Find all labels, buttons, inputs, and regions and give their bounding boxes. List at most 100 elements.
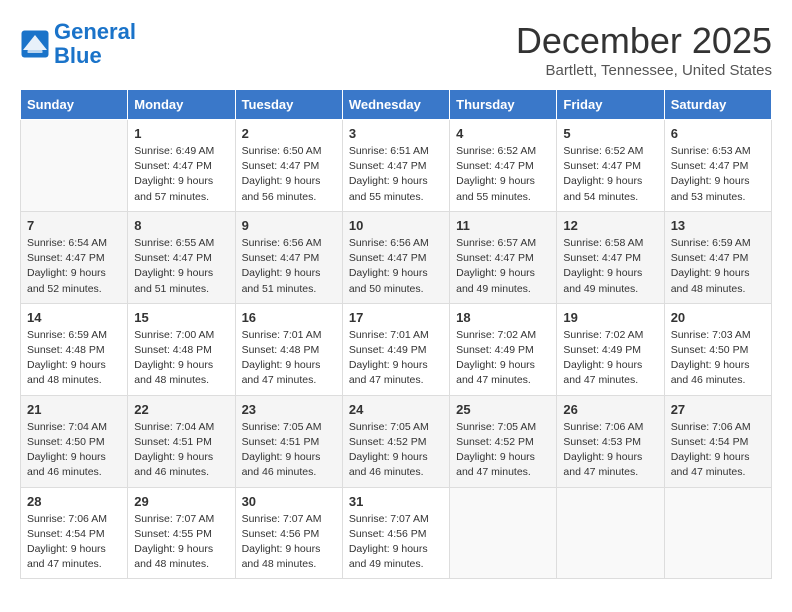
day-info: Sunrise: 7:03 AM Sunset: 4:50 PM Dayligh… [671, 328, 765, 389]
day-info: Sunrise: 6:53 AM Sunset: 4:47 PM Dayligh… [671, 144, 765, 205]
logo: General Blue [20, 20, 136, 68]
location-subtitle: Bartlett, Tennessee, United States [516, 62, 772, 79]
day-number: 9 [242, 218, 336, 233]
day-info: Sunrise: 6:56 AM Sunset: 4:47 PM Dayligh… [242, 236, 336, 297]
weekday-header-monday: Monday [128, 90, 235, 120]
calendar-cell: 14Sunrise: 6:59 AM Sunset: 4:48 PM Dayli… [21, 303, 128, 395]
day-info: Sunrise: 7:07 AM Sunset: 4:56 PM Dayligh… [349, 512, 443, 573]
day-number: 4 [456, 126, 550, 141]
calendar-cell: 17 Sunrise: 7:01 AM Sunset: 4:49 PM Dayli… [342, 303, 449, 395]
weekday-header-friday: Friday [557, 90, 664, 120]
day-number: 23 [242, 402, 336, 417]
calendar-cell: 26 Sunrise: 7:06 AM Sunset: 4:53 PM Dayli… [557, 395, 664, 487]
day-number: 13 [671, 218, 765, 233]
day-number: 12 [563, 218, 657, 233]
day-number: 30 [242, 494, 336, 509]
calendar-cell: 27Sunrise: 7:06 AM Sunset: 4:54 PM Dayli… [664, 395, 771, 487]
calendar-cell: 29 Sunrise: 7:07 AM Sunset: 4:55 PM Dayli… [128, 487, 235, 579]
day-info: Sunrise: 7:06 AM Sunset: 4:54 PM Dayligh… [27, 512, 121, 573]
day-info: Sunrise: 7:02 AM Sunset: 4:49 PM Dayligh… [456, 328, 550, 389]
weekday-header-wednesday: Wednesday [342, 90, 449, 120]
day-info: Sunrise: 6:52 AM Sunset: 4:47 PM Dayligh… [456, 144, 550, 205]
calendar-cell: 25Sunrise: 7:05 AM Sunset: 4:52 PM Dayli… [450, 395, 557, 487]
month-title: December 2025 [516, 20, 772, 62]
calendar-cell: 6 Sunrise: 6:53 AM Sunset: 4:47 PM Daylig… [664, 120, 771, 212]
calendar-cell: 20 Sunrise: 7:03 AM Sunset: 4:50 PM Dayli… [664, 303, 771, 395]
calendar-cell: 3Sunrise: 6:51 AM Sunset: 4:47 PM Daylig… [342, 120, 449, 212]
day-info: Sunrise: 7:04 AM Sunset: 4:50 PM Dayligh… [27, 420, 121, 481]
day-info: Sunrise: 7:01 AM Sunset: 4:49 PM Dayligh… [349, 328, 443, 389]
calendar-cell: 30 Sunrise: 7:07 AM Sunset: 4:56 PM Dayli… [235, 487, 342, 579]
day-info: Sunrise: 7:07 AM Sunset: 4:56 PM Dayligh… [242, 512, 336, 573]
weekday-header-tuesday: Tuesday [235, 90, 342, 120]
day-number: 11 [456, 218, 550, 233]
calendar-cell: 4 Sunrise: 6:52 AM Sunset: 4:47 PM Daylig… [450, 120, 557, 212]
calendar-week-row: 14Sunrise: 6:59 AM Sunset: 4:48 PM Dayli… [21, 303, 772, 395]
weekday-header-sunday: Sunday [21, 90, 128, 120]
day-info: Sunrise: 7:06 AM Sunset: 4:53 PM Dayligh… [563, 420, 657, 481]
logo-line1: General [54, 19, 136, 44]
calendar-cell [664, 487, 771, 579]
day-number: 20 [671, 310, 765, 325]
calendar-week-row: 7 Sunrise: 6:54 AM Sunset: 4:47 PM Daylig… [21, 211, 772, 303]
calendar-cell: 22 Sunrise: 7:04 AM Sunset: 4:51 PM Dayli… [128, 395, 235, 487]
calendar-cell: 9 Sunrise: 6:56 AM Sunset: 4:47 PM Daylig… [235, 211, 342, 303]
day-number: 29 [134, 494, 228, 509]
calendar-cell [557, 487, 664, 579]
logo-text: General Blue [54, 20, 136, 68]
calendar-cell [450, 487, 557, 579]
day-number: 10 [349, 218, 443, 233]
day-number: 31 [349, 494, 443, 509]
day-info: Sunrise: 6:49 AM Sunset: 4:47 PM Dayligh… [134, 144, 228, 205]
day-info: Sunrise: 6:57 AM Sunset: 4:47 PM Dayligh… [456, 236, 550, 297]
calendar-cell: 21 Sunrise: 7:04 AM Sunset: 4:50 PM Dayli… [21, 395, 128, 487]
day-info: Sunrise: 7:02 AM Sunset: 4:49 PM Dayligh… [563, 328, 657, 389]
day-number: 15 [134, 310, 228, 325]
title-block: December 2025 Bartlett, Tennessee, Unite… [516, 20, 772, 79]
day-info: Sunrise: 6:58 AM Sunset: 4:47 PM Dayligh… [563, 236, 657, 297]
day-number: 6 [671, 126, 765, 141]
day-number: 17 [349, 310, 443, 325]
day-info: Sunrise: 6:59 AM Sunset: 4:48 PM Dayligh… [27, 328, 121, 389]
day-info: Sunrise: 6:50 AM Sunset: 4:47 PM Dayligh… [242, 144, 336, 205]
logo-line2: Blue [54, 43, 102, 68]
calendar-table: SundayMondayTuesdayWednesdayThursdayFrid… [20, 89, 772, 579]
calendar-cell: 12 Sunrise: 6:58 AM Sunset: 4:47 PM Dayli… [557, 211, 664, 303]
day-number: 26 [563, 402, 657, 417]
calendar-cell: 18 Sunrise: 7:02 AM Sunset: 4:49 PM Dayli… [450, 303, 557, 395]
day-info: Sunrise: 7:07 AM Sunset: 4:55 PM Dayligh… [134, 512, 228, 573]
calendar-week-row: 28Sunrise: 7:06 AM Sunset: 4:54 PM Dayli… [21, 487, 772, 579]
day-info: Sunrise: 7:05 AM Sunset: 4:52 PM Dayligh… [349, 420, 443, 481]
day-number: 1 [134, 126, 228, 141]
day-number: 5 [563, 126, 657, 141]
calendar-cell: 10 Sunrise: 6:56 AM Sunset: 4:47 PM Dayli… [342, 211, 449, 303]
calendar-cell: 24Sunrise: 7:05 AM Sunset: 4:52 PM Dayli… [342, 395, 449, 487]
calendar-cell: 11 Sunrise: 6:57 AM Sunset: 4:47 PM Dayli… [450, 211, 557, 303]
day-info: Sunrise: 6:54 AM Sunset: 4:47 PM Dayligh… [27, 236, 121, 297]
day-number: 21 [27, 402, 121, 417]
day-number: 18 [456, 310, 550, 325]
calendar-body: 1 Sunrise: 6:49 AM Sunset: 4:47 PM Daylig… [21, 120, 772, 579]
logo-icon [20, 29, 50, 59]
day-info: Sunrise: 6:56 AM Sunset: 4:47 PM Dayligh… [349, 236, 443, 297]
calendar-cell: 16 Sunrise: 7:01 AM Sunset: 4:48 PM Dayli… [235, 303, 342, 395]
calendar-header: SundayMondayTuesdayWednesdayThursdayFrid… [21, 90, 772, 120]
day-info: Sunrise: 7:01 AM Sunset: 4:48 PM Dayligh… [242, 328, 336, 389]
day-info: Sunrise: 6:51 AM Sunset: 4:47 PM Dayligh… [349, 144, 443, 205]
calendar-cell: 5 Sunrise: 6:52 AM Sunset: 4:47 PM Daylig… [557, 120, 664, 212]
day-info: Sunrise: 7:04 AM Sunset: 4:51 PM Dayligh… [134, 420, 228, 481]
calendar-cell: 19Sunrise: 7:02 AM Sunset: 4:49 PM Dayli… [557, 303, 664, 395]
day-number: 16 [242, 310, 336, 325]
calendar-cell: 31 Sunrise: 7:07 AM Sunset: 4:56 PM Dayli… [342, 487, 449, 579]
calendar-cell: 2 Sunrise: 6:50 AM Sunset: 4:47 PM Daylig… [235, 120, 342, 212]
page-header: General Blue December 2025 Bartlett, Ten… [20, 20, 772, 79]
day-number: 22 [134, 402, 228, 417]
calendar-cell: 23Sunrise: 7:05 AM Sunset: 4:51 PM Dayli… [235, 395, 342, 487]
day-number: 25 [456, 402, 550, 417]
day-number: 8 [134, 218, 228, 233]
weekday-header-row: SundayMondayTuesdayWednesdayThursdayFrid… [21, 90, 772, 120]
day-number: 7 [27, 218, 121, 233]
day-number: 27 [671, 402, 765, 417]
day-info: Sunrise: 6:52 AM Sunset: 4:47 PM Dayligh… [563, 144, 657, 205]
day-number: 2 [242, 126, 336, 141]
